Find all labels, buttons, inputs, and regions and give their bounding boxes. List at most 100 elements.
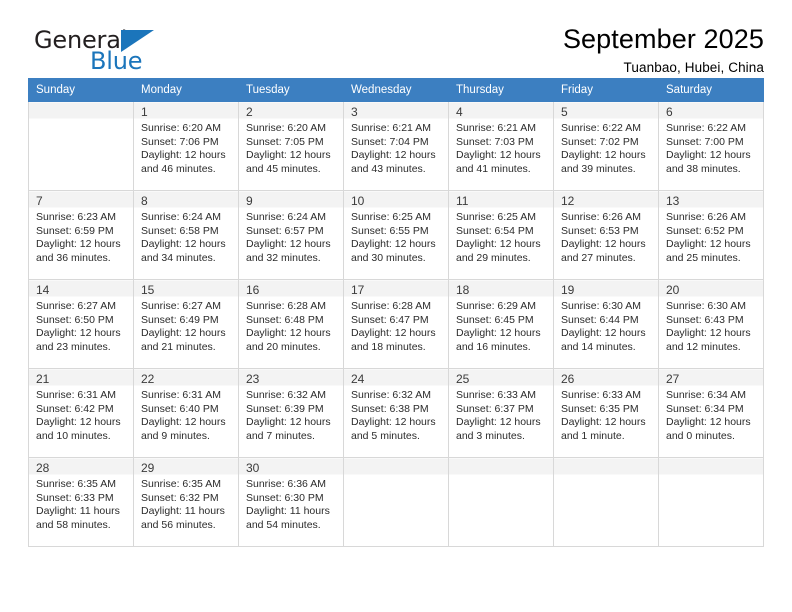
brand-name-blue: Blue <box>90 47 143 75</box>
calendar-day-cell[interactable]: 30 Sunrise: 6:36 AM Sunset: 6:30 PM Dayli… <box>238 457 344 547</box>
day-number: 26 <box>561 372 575 386</box>
calendar-day-cell[interactable]: 9 Sunrise: 6:24 AM Sunset: 6:57 PM Daylig… <box>238 190 344 280</box>
calendar-day-cell[interactable]: 3 Sunrise: 6:21 AM Sunset: 7:04 PM Daylig… <box>343 101 449 191</box>
calendar-day-cell[interactable]: 5 Sunrise: 6:22 AM Sunset: 7:02 PM Daylig… <box>553 101 659 191</box>
calendar-day-cell[interactable]: 15 Sunrise: 6:27 AM Sunset: 6:49 PM Dayli… <box>133 279 239 369</box>
day-info: Sunrise: 6:23 AM Sunset: 6:59 PM Dayligh… <box>36 211 121 264</box>
day-info: Sunrise: 6:32 AM Sunset: 6:39 PM Dayligh… <box>246 389 331 442</box>
day-number: 3 <box>351 105 358 119</box>
calendar-day-cell[interactable]: 4 Sunrise: 6:21 AM Sunset: 7:03 PM Daylig… <box>448 101 554 191</box>
day-number <box>561 461 652 476</box>
calendar-day-cell[interactable]: 26 Sunrise: 6:33 AM Sunset: 6:35 PM Dayli… <box>553 368 659 458</box>
day-number: 14 <box>36 283 50 297</box>
day-info: Sunrise: 6:22 AM Sunset: 7:02 PM Dayligh… <box>561 122 646 175</box>
day-number: 7 <box>36 194 43 208</box>
day-number: 29 <box>141 461 155 475</box>
calendar-day-cell[interactable]: 27 Sunrise: 6:34 AM Sunset: 6:34 PM Dayli… <box>658 368 764 458</box>
calendar-day-cell[interactable]: 20 Sunrise: 6:30 AM Sunset: 6:43 PM Dayli… <box>658 279 764 369</box>
day-info: Sunrise: 6:21 AM Sunset: 7:03 PM Dayligh… <box>456 122 541 175</box>
day-info: Sunrise: 6:30 AM Sunset: 6:44 PM Dayligh… <box>561 300 646 353</box>
day-number: 23 <box>246 372 260 386</box>
calendar-day-cell[interactable]: 17 Sunrise: 6:28 AM Sunset: 6:47 PM Dayli… <box>343 279 449 369</box>
calendar-day-cell[interactable]: 19 Sunrise: 6:30 AM Sunset: 6:44 PM Dayli… <box>553 279 659 369</box>
day-number: 21 <box>36 372 50 386</box>
weekday-header-tuesday: Tuesday <box>238 78 344 102</box>
day-number: 1 <box>141 105 148 119</box>
weekday-header-wednesday: Wednesday <box>343 78 449 102</box>
day-info: Sunrise: 6:36 AM Sunset: 6:30 PM Dayligh… <box>246 478 330 531</box>
day-number: 24 <box>351 372 365 386</box>
calendar-day-cell[interactable]: 21 Sunrise: 6:31 AM Sunset: 6:42 PM Dayli… <box>28 368 134 458</box>
calendar-day-cell[interactable]: 13 Sunrise: 6:26 AM Sunset: 6:52 PM Dayli… <box>658 190 764 280</box>
day-number <box>351 461 442 476</box>
day-number: 5 <box>561 105 568 119</box>
day-number: 6 <box>666 105 673 119</box>
calendar-day-cell[interactable]: 1 Sunrise: 6:20 AM Sunset: 7:06 PM Daylig… <box>133 101 239 191</box>
calendar-day-cell[interactable]: 24 Sunrise: 6:32 AM Sunset: 6:38 PM Dayli… <box>343 368 449 458</box>
calendar-day-cell[interactable]: 10 Sunrise: 6:25 AM Sunset: 6:55 PM Dayli… <box>343 190 449 280</box>
day-info: Sunrise: 6:27 AM Sunset: 6:49 PM Dayligh… <box>141 300 226 353</box>
day-info: Sunrise: 6:31 AM Sunset: 6:42 PM Dayligh… <box>36 389 121 442</box>
day-number: 8 <box>141 194 148 208</box>
page-header: General Blue September 2025 Tuanbao, Hub… <box>28 0 764 78</box>
day-info: Sunrise: 6:26 AM Sunset: 6:53 PM Dayligh… <box>561 211 646 264</box>
day-number: 13 <box>666 194 680 208</box>
day-number: 2 <box>246 105 253 119</box>
calendar-day-cell <box>658 457 764 547</box>
weekday-header-saturday: Saturday <box>658 78 764 102</box>
day-number: 25 <box>456 372 470 386</box>
calendar-day-cell[interactable]: 22 Sunrise: 6:31 AM Sunset: 6:40 PM Dayli… <box>133 368 239 458</box>
day-info: Sunrise: 6:22 AM Sunset: 7:00 PM Dayligh… <box>666 122 751 175</box>
day-number <box>456 461 547 476</box>
day-number: 28 <box>36 461 50 475</box>
brand-logo[interactable]: General Blue <box>28 22 158 74</box>
title-block: September 2025 Tuanbao, Hubei, China <box>563 22 764 75</box>
day-info: Sunrise: 6:31 AM Sunset: 6:40 PM Dayligh… <box>141 389 226 442</box>
weekday-header-monday: Monday <box>133 78 239 102</box>
day-number: 4 <box>456 105 463 119</box>
day-info: Sunrise: 6:30 AM Sunset: 6:43 PM Dayligh… <box>666 300 751 353</box>
calendar-day-cell[interactable]: 29 Sunrise: 6:35 AM Sunset: 6:32 PM Dayli… <box>133 457 239 547</box>
calendar-day-cell[interactable]: 11 Sunrise: 6:25 AM Sunset: 6:54 PM Dayli… <box>448 190 554 280</box>
calendar-day-cell[interactable]: 25 Sunrise: 6:33 AM Sunset: 6:37 PM Dayli… <box>448 368 554 458</box>
day-number <box>36 105 127 120</box>
calendar-day-cell[interactable]: 2 Sunrise: 6:20 AM Sunset: 7:05 PM Daylig… <box>238 101 344 191</box>
day-info: Sunrise: 6:32 AM Sunset: 6:38 PM Dayligh… <box>351 389 436 442</box>
day-number: 12 <box>561 194 575 208</box>
calendar-week-row: 21 Sunrise: 6:31 AM Sunset: 6:42 PM Dayli… <box>28 368 764 458</box>
calendar-week-row: 28 Sunrise: 6:35 AM Sunset: 6:33 PM Dayli… <box>28 457 764 547</box>
calendar-day-cell[interactable]: 23 Sunrise: 6:32 AM Sunset: 6:39 PM Dayli… <box>238 368 344 458</box>
day-info: Sunrise: 6:29 AM Sunset: 6:45 PM Dayligh… <box>456 300 541 353</box>
calendar-header-row: Sunday Monday Tuesday Wednesday Thursday… <box>28 78 764 102</box>
day-number: 16 <box>246 283 260 297</box>
calendar-day-cell[interactable]: 7 Sunrise: 6:23 AM Sunset: 6:59 PM Daylig… <box>28 190 134 280</box>
day-info: Sunrise: 6:25 AM Sunset: 6:54 PM Dayligh… <box>456 211 541 264</box>
calendar-week-row: 7 Sunrise: 6:23 AM Sunset: 6:59 PM Daylig… <box>28 190 764 280</box>
calendar-day-cell <box>553 457 659 547</box>
day-info: Sunrise: 6:35 AM Sunset: 6:33 PM Dayligh… <box>36 478 120 531</box>
day-number: 10 <box>351 194 365 208</box>
day-number: 11 <box>456 194 469 208</box>
calendar-day-cell[interactable]: 12 Sunrise: 6:26 AM Sunset: 6:53 PM Dayli… <box>553 190 659 280</box>
day-info: Sunrise: 6:28 AM Sunset: 6:47 PM Dayligh… <box>351 300 436 353</box>
day-number: 18 <box>456 283 470 297</box>
calendar-week-row: 14 Sunrise: 6:27 AM Sunset: 6:50 PM Dayli… <box>28 279 764 369</box>
calendar-day-cell <box>28 101 134 191</box>
weekday-header-friday: Friday <box>553 78 659 102</box>
calendar-day-cell[interactable]: 8 Sunrise: 6:24 AM Sunset: 6:58 PM Daylig… <box>133 190 239 280</box>
day-info: Sunrise: 6:28 AM Sunset: 6:48 PM Dayligh… <box>246 300 331 353</box>
calendar-day-cell[interactable]: 18 Sunrise: 6:29 AM Sunset: 6:45 PM Dayli… <box>448 279 554 369</box>
day-info: Sunrise: 6:35 AM Sunset: 6:32 PM Dayligh… <box>141 478 225 531</box>
day-number: 27 <box>666 372 680 386</box>
day-info: Sunrise: 6:24 AM Sunset: 6:57 PM Dayligh… <box>246 211 331 264</box>
day-info: Sunrise: 6:26 AM Sunset: 6:52 PM Dayligh… <box>666 211 751 264</box>
calendar-day-cell[interactable]: 6 Sunrise: 6:22 AM Sunset: 7:00 PM Daylig… <box>658 101 764 191</box>
calendar-day-cell[interactable]: 28 Sunrise: 6:35 AM Sunset: 6:33 PM Dayli… <box>28 457 134 547</box>
day-number: 15 <box>141 283 155 297</box>
calendar-day-cell <box>343 457 449 547</box>
calendar-day-cell[interactable]: 14 Sunrise: 6:27 AM Sunset: 6:50 PM Dayli… <box>28 279 134 369</box>
calendar-day-cell[interactable]: 16 Sunrise: 6:28 AM Sunset: 6:48 PM Dayli… <box>238 279 344 369</box>
calendar-page: General Blue September 2025 Tuanbao, Hub… <box>0 0 792 612</box>
day-number: 19 <box>561 283 575 297</box>
calendar-week-row: 1 Sunrise: 6:20 AM Sunset: 7:06 PM Daylig… <box>28 101 764 191</box>
